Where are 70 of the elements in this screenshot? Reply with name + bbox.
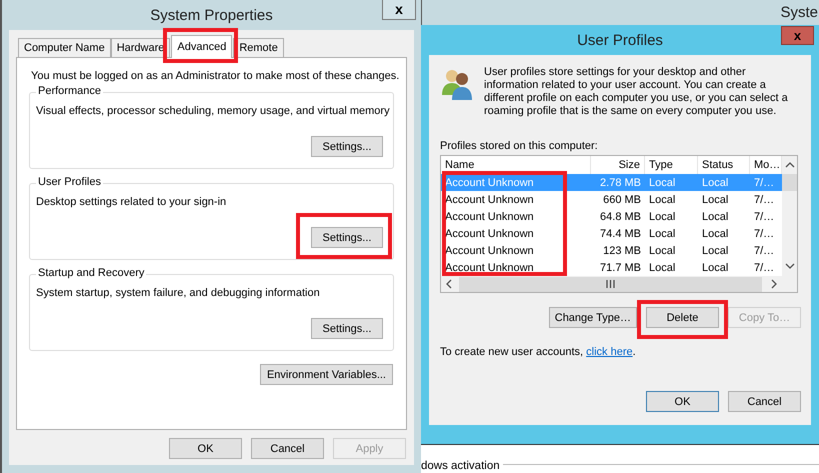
dialog-button[interactable]: Cancel <box>251 438 324 459</box>
table-cell-text: Account Unknown <box>444 176 535 188</box>
action-button[interactable]: Delete <box>646 307 719 328</box>
scroll-left-icon <box>445 279 453 289</box>
table-cell-text: 7/… <box>753 262 776 274</box>
table-cell-text: 71.7 MB <box>599 262 642 274</box>
table-cell-text: 74.4 MB <box>599 228 642 240</box>
table-cell-text: Local <box>648 262 676 274</box>
group-title: User Profiles <box>36 176 103 188</box>
action-button[interactable]: Change Type… <box>548 307 637 328</box>
settings-button[interactable]: Settings... <box>311 318 383 339</box>
dialog-title: User Profiles <box>577 32 663 48</box>
close-button[interactable]: x <box>781 26 814 45</box>
settings-button[interactable]: Settings... <box>311 136 383 157</box>
environment-variables-button[interactable]: Environment Variables... <box>260 364 393 385</box>
table-cell-text: Local <box>701 176 730 188</box>
link[interactable]: click here <box>586 346 633 358</box>
table-cell-text: Local <box>701 194 730 206</box>
tab[interactable]: Advanced <box>171 35 232 58</box>
dialog-button[interactable]: OK <box>169 438 242 459</box>
table-cell-text: 7/… <box>753 244 776 256</box>
scroll-up-icon <box>784 161 794 169</box>
table-cell-text: Account Unknown <box>444 244 535 256</box>
group-description: System startup, system failure, and debugging information <box>36 287 320 299</box>
grip-icon <box>606 280 615 288</box>
table-cell-text: 7/… <box>753 194 776 206</box>
scrollbar-thumb[interactable] <box>459 276 762 292</box>
table-cell-text: Local <box>701 244 730 256</box>
table-cell-text: Account Unknown <box>444 194 535 206</box>
table-cell-text: 7/… <box>753 176 776 188</box>
group-description: Visual effects, processor scheduling, memory usage, and virtual memory <box>36 105 390 117</box>
hint-text: To create new user accounts, click here. <box>440 346 637 358</box>
group-title: Performance <box>36 85 103 97</box>
scrollbar-thumb[interactable] <box>782 174 797 191</box>
dialog-button[interactable]: OK <box>646 391 719 412</box>
window-title: Syste <box>780 4 818 21</box>
table-cell-text: Local <box>648 194 676 206</box>
table-cell-text: 2.78 MB <box>599 176 642 188</box>
table-cell-text: Account Unknown <box>444 210 535 222</box>
table-cell-text: 7/… <box>753 210 776 222</box>
table-cell-text: Local <box>648 176 676 188</box>
table-cell-text: 660 MB <box>602 194 642 206</box>
window-title: System Properties <box>150 6 273 24</box>
scroll-right-icon <box>770 279 778 289</box>
table-cell-text: Local <box>648 244 676 256</box>
table-cell-text: 64.8 MB <box>599 210 642 222</box>
notice-text: You must be logged on as an Administrator to make most of these changes. <box>31 70 400 82</box>
tab[interactable]: Remote <box>233 38 284 57</box>
list-label: Profiles stored on this computer: <box>440 140 599 152</box>
section-label: dows activation <box>421 460 500 472</box>
table-cell-text: Local <box>701 228 730 240</box>
group-description: Desktop settings related to your sign-in <box>36 196 226 208</box>
dialog-button[interactable]: Cancel <box>728 391 801 412</box>
close-button[interactable]: x <box>382 0 416 20</box>
tab[interactable]: Hardware <box>110 38 170 57</box>
horizontal-scrollbar[interactable] <box>441 276 782 292</box>
description-text: User profiles store settings for your desktop and other information related to your user account. You can create a different profile on each computer you use, or you can select a roaming profile that is the same on every computer you use. <box>484 66 789 118</box>
table-cell-text: Local <box>648 210 676 222</box>
table-cell-text: Account Unknown <box>444 228 535 240</box>
scroll-down-icon <box>784 262 794 270</box>
users-icon <box>440 67 474 101</box>
table-cell-text: Account Unknown <box>444 262 535 274</box>
group-title: Startup and Recovery <box>36 267 146 279</box>
table-cell-text: 123 MB <box>602 244 642 256</box>
table-cell-text: Local <box>701 210 730 222</box>
settings-button[interactable]: Settings... <box>311 227 383 248</box>
table-cell-text: Local <box>648 228 676 240</box>
table-cell-text: 7/… <box>753 228 776 240</box>
tab[interactable]: Computer Name <box>18 38 111 57</box>
table-cell-text: Local <box>701 262 730 274</box>
